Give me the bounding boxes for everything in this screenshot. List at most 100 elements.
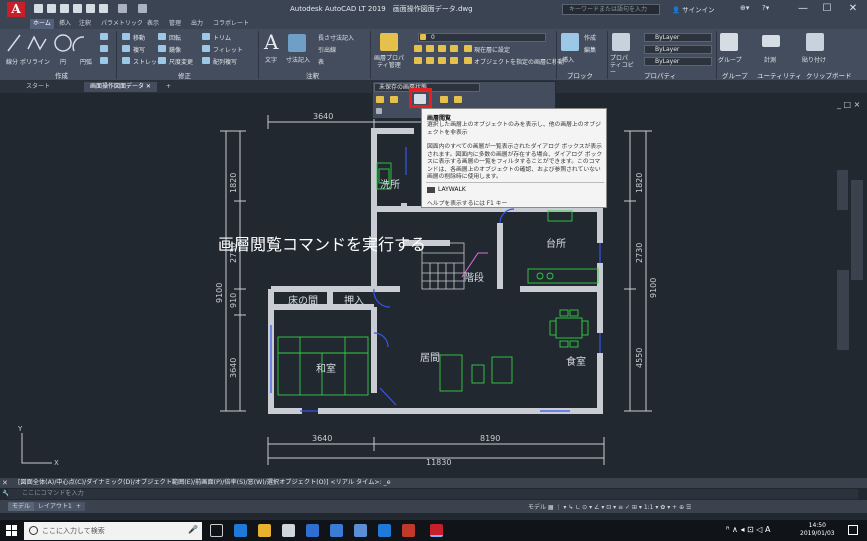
layer-properties-icon[interactable] — [380, 33, 398, 51]
layer-merge-icon[interactable] — [390, 96, 398, 103]
tab-home[interactable]: ホーム — [30, 19, 54, 29]
group-icon[interactable] — [720, 33, 738, 51]
hatch-icon[interactable] — [100, 45, 108, 52]
layer-previous-icon[interactable] — [454, 96, 462, 103]
tab-insert[interactable]: 挿入 — [56, 19, 74, 29]
save-as-icon[interactable] — [73, 4, 82, 13]
app-icon-media[interactable] — [354, 524, 367, 537]
group-block-title[interactable]: ブロック — [567, 70, 593, 80]
ie-icon[interactable] — [378, 524, 391, 537]
close-command-icon[interactable]: ✕ — [2, 479, 8, 487]
store-icon[interactable] — [306, 524, 319, 537]
app-icon-red[interactable] — [402, 524, 415, 537]
group-properties-title[interactable]: プロパティ — [644, 70, 676, 80]
layer-delete-icon[interactable] — [440, 96, 448, 103]
layer-unisolate-icon[interactable] — [376, 96, 384, 103]
open-file-icon[interactable] — [47, 4, 56, 13]
new-file-icon[interactable] — [34, 4, 43, 13]
tab-annotate[interactable]: 注釈 — [76, 19, 94, 29]
linear-dim-button[interactable]: 長さ寸法記入 — [318, 33, 354, 42]
redo-icon[interactable] — [138, 4, 147, 13]
arc-tool-label[interactable]: 円弧 — [80, 57, 92, 66]
array-draw-icon[interactable] — [100, 57, 108, 64]
group-utility-title[interactable]: ユーティリティ — [757, 70, 802, 80]
tab-add-layout[interactable]: + — [72, 502, 86, 511]
group-clipboard-title[interactable]: クリップボード — [806, 70, 852, 80]
color-combo[interactable]: ByLayer — [644, 33, 712, 42]
mirror-button[interactable]: 鏡像 — [169, 45, 181, 54]
mail-icon[interactable] — [282, 524, 295, 537]
status-toggles[interactable]: モデル ▦ ⋮ ▾ ↳ ∟ ⊙ ▾ ∠ ▾ ⊡ ▾ ≡ ✓ ⊞ ▾ 1:1 ▾ … — [528, 502, 691, 511]
group-draw-title[interactable]: 作成 — [55, 70, 68, 80]
group-modify-title[interactable]: 修正 — [178, 70, 191, 80]
text-tool-label[interactable]: 文字 — [265, 55, 277, 64]
set-current-button[interactable]: 現在層に設定 — [474, 45, 510, 54]
create-block-button[interactable]: 作成 — [584, 33, 596, 42]
layer-on-icon[interactable] — [450, 57, 458, 64]
linetype-combo[interactable]: ByLayer — [644, 45, 712, 54]
maximize-button[interactable]: ☐ — [813, 0, 841, 18]
taskbar-search[interactable]: ここに入力して検索 — [24, 522, 202, 540]
polyline-tool-label[interactable]: ポリライン — [20, 57, 50, 66]
edge-icon[interactable] — [234, 524, 247, 537]
measure-icon[interactable] — [762, 35, 780, 47]
layer-freeze-icon[interactable] — [438, 45, 446, 52]
layer-properties-button[interactable]: 画層プロパティ管理 — [374, 55, 404, 69]
move-to-layer-button[interactable]: オブジェクトを指定の画層に移動 — [474, 57, 564, 66]
rectangle-icon[interactable] — [100, 33, 108, 40]
text-tool-icon[interactable]: A — [264, 30, 278, 54]
lineweight-combo[interactable]: ByLayer — [644, 57, 712, 66]
command-input[interactable]: ここにコマンドを入力 — [8, 489, 858, 499]
system-tray-icons[interactable]: ᴿ ∧ ◂ ⊡ ◁ A — [726, 525, 770, 534]
circle-tool-label[interactable]: 円 — [60, 57, 66, 66]
rotate-button[interactable]: 回転 — [169, 33, 181, 42]
group-annotation-title[interactable]: 注釈 — [306, 70, 319, 80]
tab-model[interactable]: モデル — [8, 502, 35, 511]
insert-block-label[interactable]: 挿入 — [562, 55, 574, 64]
group-groups-title[interactable]: グループ — [722, 70, 748, 80]
match-properties-icon[interactable] — [612, 33, 630, 51]
dimension-tool-label[interactable]: 寸法記入 — [286, 55, 310, 64]
task-view-icon[interactable] — [210, 524, 223, 537]
explorer-icon[interactable] — [258, 524, 271, 537]
layer-off-icon[interactable] — [450, 45, 458, 52]
layer-lock-icon[interactable] — [426, 57, 434, 64]
tab-parametric[interactable]: パラメトリック — [98, 19, 146, 29]
windows-start-icon[interactable] — [6, 525, 17, 536]
close-button[interactable]: ✕ — [839, 0, 867, 18]
add-tab-button[interactable]: + — [160, 82, 177, 92]
table-button[interactable]: 表 — [318, 57, 324, 66]
layer-unlock-icon[interactable] — [438, 57, 446, 64]
leader-button[interactable]: 引出線 — [318, 45, 336, 54]
layer-tool-icons[interactable] — [414, 45, 422, 52]
tab-layout1[interactable]: レイアウト1 — [34, 502, 76, 511]
paste-icon[interactable] — [806, 33, 824, 51]
insert-block-icon[interactable] — [561, 33, 579, 51]
tab-drawing[interactable]: 画面操作図面データ ✕ — [84, 82, 157, 92]
save-icon[interactable] — [60, 4, 69, 13]
signin-button[interactable]: 👤 サインイン — [672, 4, 715, 14]
viewport-controls[interactable]: _ □ × — [837, 100, 860, 109]
tab-start[interactable]: スタート — [20, 82, 56, 92]
scale-button[interactable]: 尺度変更 — [169, 57, 193, 66]
autocad-logo[interactable]: A — [7, 2, 25, 17]
tab-output[interactable]: 出力 — [188, 19, 206, 29]
layer-match-icon[interactable] — [414, 57, 422, 64]
fillet-button[interactable]: フィレット — [213, 45, 243, 54]
app-icon-blue[interactable] — [330, 524, 343, 537]
group-button-label[interactable]: グループ — [718, 55, 742, 64]
viewcube-strip[interactable] — [837, 170, 848, 210]
plot-icon[interactable] — [99, 4, 108, 13]
measure-label[interactable]: 計測 — [764, 55, 776, 64]
layer-combo[interactable]: 0 — [418, 33, 546, 42]
properties-palette-strip[interactable] — [837, 270, 849, 350]
layer-isolate-icon[interactable] — [426, 45, 434, 52]
paste-label[interactable]: 貼り付け — [802, 55, 826, 64]
tab-manage[interactable]: 管理 — [166, 19, 184, 29]
print-icon[interactable] — [86, 4, 95, 13]
array-button[interactable]: 配列複写 — [213, 57, 237, 66]
trim-button[interactable]: トリム — [213, 33, 231, 42]
copy-button[interactable]: 複写 — [133, 45, 145, 54]
tab-collaborate[interactable]: コラボレート — [210, 19, 252, 29]
navigation-bar[interactable] — [851, 180, 863, 280]
